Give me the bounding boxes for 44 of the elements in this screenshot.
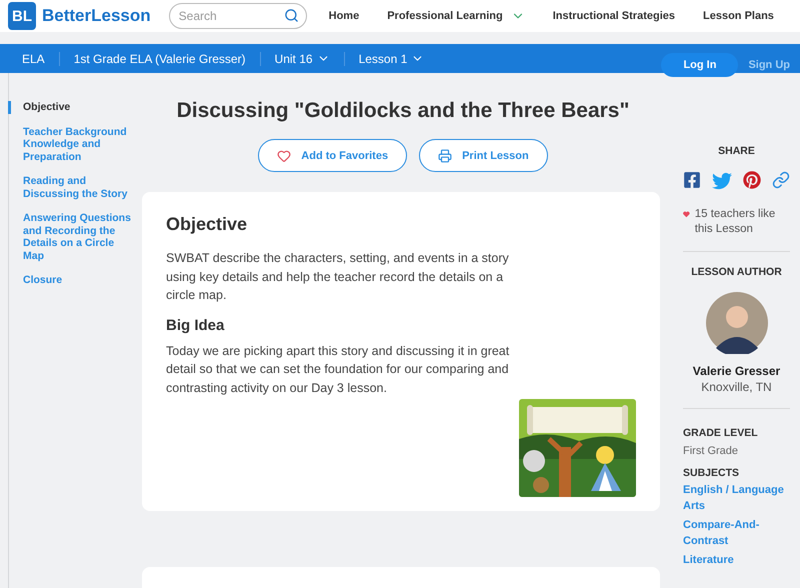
signup-link[interactable]: Sign Up [748, 59, 790, 71]
subject-link[interactable]: Literature [683, 553, 790, 568]
section-text: Today we are picking apart this story and discussing it in great detail so that we can set the foundation for our comparing and contrasting activity on our Day 3 lesson. [166, 342, 510, 397]
breadcrumb-link[interactable]: 1st Grade ELA (Valerie Gresser) [58, 52, 260, 66]
logo-mark[interactable]: BL [8, 2, 36, 30]
heart-icon [277, 148, 292, 162]
breadcrumb-link[interactable]: Lesson 1 [344, 52, 438, 66]
share-label: SHARE [717, 145, 756, 157]
sidebar-item[interactable]: Teacher Background Knowledge and Preparation [8, 126, 140, 163]
favorite-button[interactable]: Add to Favorites [258, 139, 408, 172]
nav-link[interactable]: Home [328, 10, 360, 22]
nav-link[interactable]: Instructional Strategies [552, 10, 675, 22]
heart-icon [683, 210, 690, 219]
author-label: LESSON AUTHOR [691, 266, 782, 278]
logo-name[interactable]: BetterLesson [42, 6, 151, 26]
link-icon[interactable] [772, 171, 790, 189]
sidebar-item[interactable]: Reading and Discussing the Story [8, 175, 140, 200]
login-button[interactable]: Log In [661, 53, 738, 77]
search-icon[interactable] [284, 8, 299, 23]
facebook-icon[interactable] [683, 171, 701, 189]
subject-link[interactable]: English / Language Arts [683, 483, 790, 514]
sidebar-item[interactable]: Answering Questions and Recording the Details on a Circle Map [8, 212, 140, 262]
likes-count: 15 teachers like this Lesson [694, 207, 776, 237]
breadcrumb-link[interactable]: Unit 16 [260, 52, 344, 66]
grade-value: First Grade [683, 445, 740, 457]
printer-icon [438, 148, 452, 162]
nav-link[interactable]: Professional Learning [387, 9, 525, 23]
author-name[interactable]: Valerie Gresser [692, 364, 780, 378]
pinterest-icon[interactable] [743, 171, 761, 189]
nav-link[interactable]: Lesson Plans [703, 10, 774, 22]
avatar[interactable] [706, 292, 768, 354]
grade-label: GRADE LEVEL [683, 427, 759, 439]
print-button[interactable]: Print Lesson [419, 139, 548, 172]
sidebar-item[interactable]: Objective [8, 101, 140, 114]
sidebar-item[interactable]: Closure [8, 274, 140, 286]
section-heading: Objective [166, 214, 248, 235]
section-text: SWBAT describe the characters, setting, and events in a story using key details and help the teacher record the details on a circle map. [166, 250, 510, 304]
author-location: Knoxville, TN [701, 380, 772, 394]
breadcrumb-link[interactable]: ELA [8, 52, 59, 66]
lesson-title: Discussing "Goldilocks and the Three Bears" [176, 99, 630, 123]
subjects-label: SUBJECTS [683, 467, 740, 479]
search-field[interactable]: Search [168, 3, 307, 29]
section-heading: Big Idea [166, 316, 226, 334]
subject-link[interactable]: Compare-And-Contrast [683, 518, 790, 549]
